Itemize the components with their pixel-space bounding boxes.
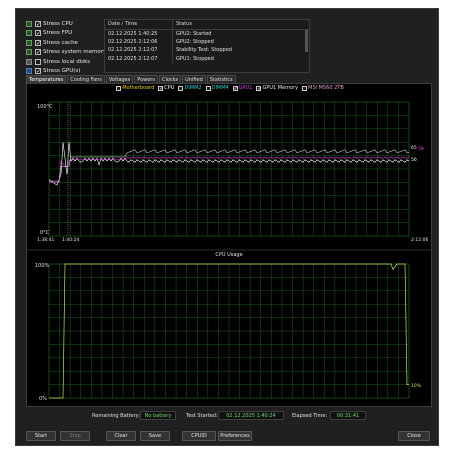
stress-memory-checkbox[interactable]: ✓ (35, 49, 41, 56)
stress-cpu-label: Stress CPU (43, 20, 73, 27)
preferences-button[interactable]: Preferences (218, 431, 252, 441)
elapsed-time-label: Elapsed Time: (292, 413, 328, 419)
stress-cache-checkbox[interactable]: ✓ (35, 39, 41, 46)
cpu-value-label: 56 (411, 157, 417, 163)
test-started-label: Test Started: (186, 413, 218, 419)
stress-cpu-checkbox[interactable]: ✓ (35, 20, 41, 27)
cpu-y-top-label: 100% (35, 263, 50, 269)
gpu-value-label: 58 (418, 146, 424, 152)
stress-memory-label: Stress system memory (43, 49, 107, 56)
temp-y-top-label: 100°C (37, 104, 53, 110)
stress-cpu-option[interactable]: ✓ Stress CPU (26, 19, 106, 29)
battery-label: Remaining Battery: (92, 413, 140, 419)
log-row[interactable]: 02.12.2025 1:40:25 GPU2: Started (105, 30, 309, 39)
stress-disks-option[interactable]: Stress local disks (26, 57, 106, 67)
cpu-icon (26, 20, 32, 27)
log-scrollbar[interactable] (305, 30, 308, 52)
cpuid-button[interactable]: CPUID (182, 431, 216, 441)
log-cell-time: 02.12.2025 2:12:06 (105, 38, 173, 47)
cpu-usage-title: CPU Usage (215, 252, 242, 258)
stress-gpu-checkbox[interactable]: ✓ (35, 68, 41, 75)
test-started-value: 02.12.2025 1:40:24 (218, 411, 284, 420)
log-cell-time: 02.12.2025 2:12:07 (105, 46, 173, 55)
stress-fpu-label: Stress FPU (43, 30, 73, 37)
cpu-usage-grid (49, 264, 409, 398)
graphs-panel: Motherboard ✓ CPU DIMM2 DIMM4 ✓ GPU1 ✓ G… (26, 83, 432, 407)
battery-value: No battery (140, 411, 176, 420)
log-cell-time: 02.12.2025 1:40:25 (105, 30, 173, 39)
stop-button[interactable]: Stop (60, 431, 90, 441)
stress-disks-label: Stress local disks (43, 58, 91, 65)
stress-cache-label: Stress cache (43, 39, 78, 46)
graphs-svg: 100°C 0°C 1:38:41 1:40:24 2:12:06 65 58 … (27, 101, 431, 402)
elapsed-time-value: 00:31:41 (330, 411, 366, 420)
temp-x-start-label: 1:38:41 (37, 237, 54, 243)
log-cell-status: GPU2: Stopped (176, 39, 214, 46)
close-button[interactable]: Close (398, 431, 430, 441)
log-column-status[interactable]: Status (173, 20, 192, 29)
log-cell-status: GPU1: Stopped (176, 55, 214, 62)
log-cell-status: Stability Test: Stopped (176, 47, 232, 54)
stress-fpu-checkbox[interactable]: ✓ (35, 30, 41, 37)
temp-x-end-label: 2:12:06 (411, 237, 428, 243)
temp-x-marker-label: 1:40:24 (62, 237, 79, 243)
status-log-table[interactable]: Date / Time Status 02.12.2025 1:40:25 GP… (104, 19, 310, 73)
log-row[interactable]: 02.12.2025 2:12:07 GPU1: Stopped (105, 54, 309, 63)
gpu-icon (26, 68, 32, 75)
stress-gpu-label: Stress GPU(s) (43, 68, 81, 75)
clear-button[interactable]: Clear (106, 431, 136, 441)
log-row[interactable]: 02.12.2025 2:12:06 GPU2: Stopped (105, 38, 309, 47)
log-column-datetime[interactable]: Date / Time (105, 20, 173, 29)
cpu-y-bottom-label: 0% (39, 396, 47, 402)
stress-fpu-option[interactable]: ✓ Stress FPU (26, 29, 106, 39)
gpu-mem-value-label: 65 (411, 145, 417, 151)
stress-memory-option[interactable]: ✓ Stress system memory (26, 48, 106, 58)
temperature-grid (49, 102, 409, 236)
stress-disks-checkbox[interactable] (35, 58, 41, 65)
system-stability-test-window: ✓ Stress CPU ✓ Stress FPU ✓ Stress cache… (15, 8, 439, 446)
status-bar: Remaining Battery: No battery Test Start… (16, 411, 440, 421)
log-cell-status: GPU2: Started (176, 31, 212, 37)
save-button[interactable]: Save (140, 431, 170, 441)
disk-icon (26, 58, 32, 65)
start-button[interactable]: Start (26, 431, 56, 441)
fpu-icon (26, 30, 32, 37)
memory-icon (26, 49, 32, 56)
log-header-row: Date / Time Status (105, 20, 309, 30)
log-cell-time: 02.12.2025 2:12:07 (105, 54, 173, 63)
stress-options-list: ✓ Stress CPU ✓ Stress FPU ✓ Stress cache… (26, 19, 106, 76)
log-row[interactable]: 02.12.2025 2:12:07 Stability Test: Stopp… (105, 46, 309, 55)
temp-y-bottom-label: 0°C (40, 230, 50, 236)
cache-icon (26, 39, 32, 46)
cpu-usage-end-value: 10% (411, 383, 422, 389)
stress-cache-option[interactable]: ✓ Stress cache (26, 38, 106, 48)
